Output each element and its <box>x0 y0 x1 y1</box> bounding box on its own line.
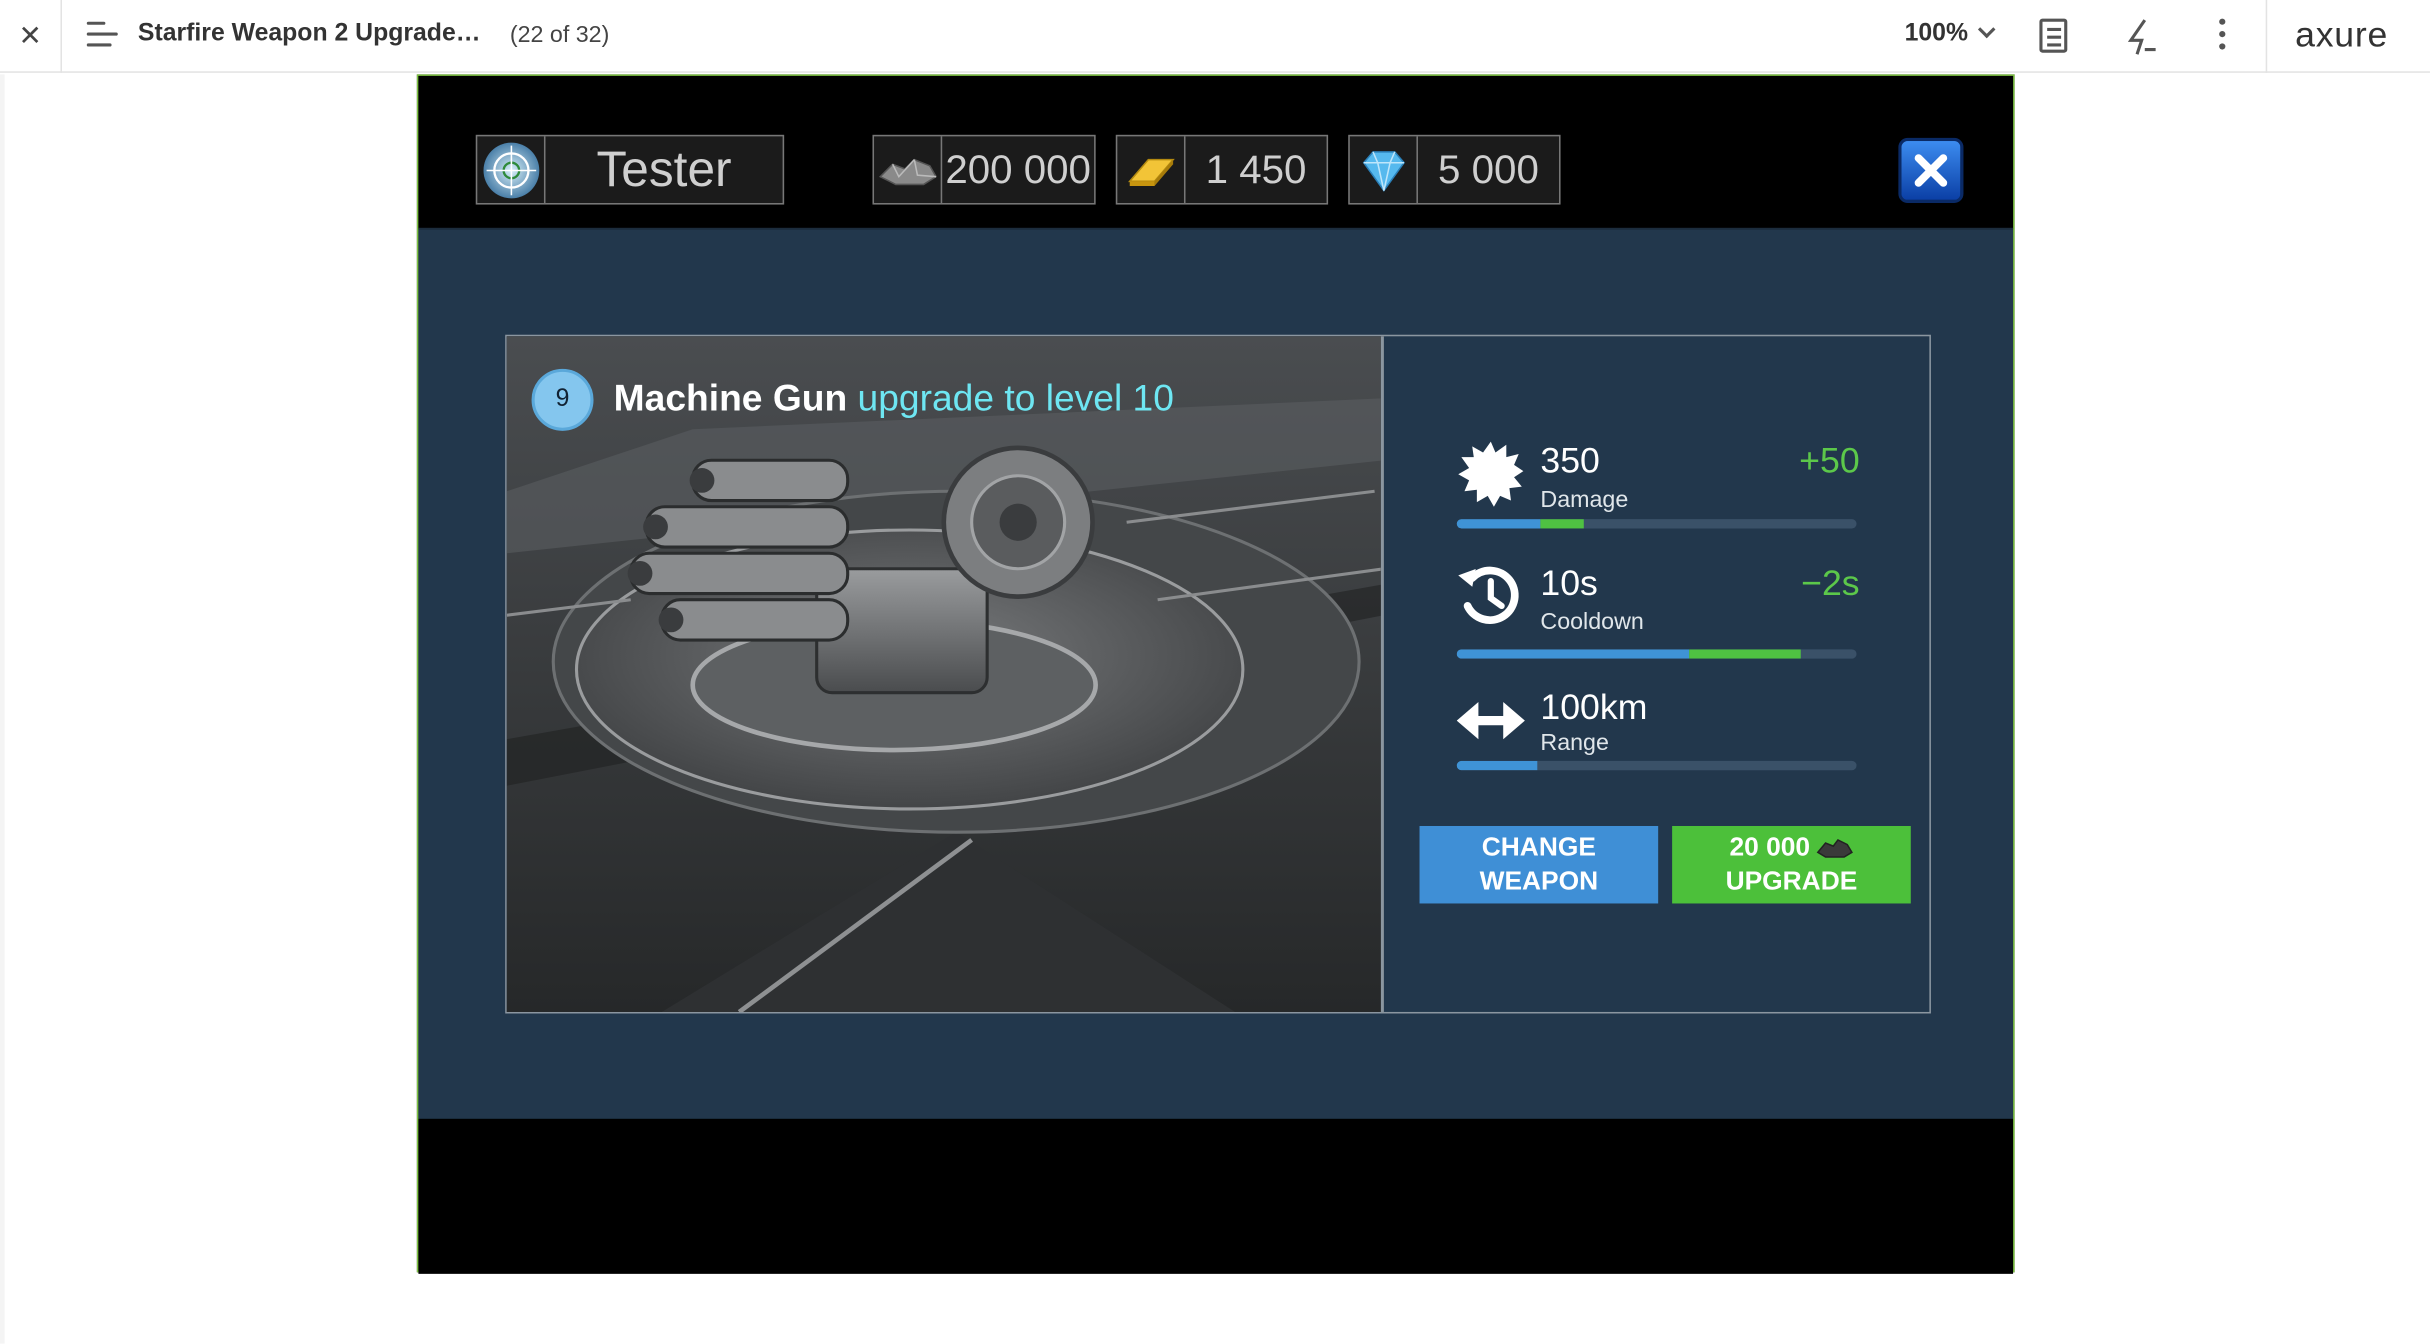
change-weapon-button[interactable]: CHANGE WEAPON <box>1419 825 1659 904</box>
page-title[interactable]: Starfire Weapon 2 Upgrade… <box>138 20 481 48</box>
range-value: 100km <box>1540 686 1648 727</box>
burst-icon <box>1457 440 1525 508</box>
close-icon[interactable] <box>1898 137 1964 204</box>
chevron-down-icon <box>1977 20 1996 39</box>
cooldown-label: Cooldown <box>1540 609 1644 636</box>
ore-counter[interactable]: 200 000 <box>872 134 1096 205</box>
damage-bar-gain <box>1540 519 1584 529</box>
upgrade-cost-amount: 20 000 <box>1729 832 1811 862</box>
double-arrow-icon <box>1456 687 1525 755</box>
page-count: (22 of 32) <box>509 21 610 49</box>
weapon-preview: 9 Machine Gun upgrade to level 10 <box>506 336 1384 1012</box>
cooldown-delta: −2s <box>1801 562 1860 603</box>
cooldown-bar <box>1456 649 1857 659</box>
upgrade-button-label: UPGRADE <box>1725 866 1858 896</box>
ore-icon <box>1816 838 1853 858</box>
damage-bar-base <box>1456 519 1541 529</box>
stat-damage: 350 Damage +50 <box>1456 440 1860 533</box>
zoom-value: 100% <box>1904 20 1968 47</box>
crosshair-avatar-icon <box>477 136 546 204</box>
history-icon <box>1457 563 1525 631</box>
machine-gun-render <box>506 336 1381 1012</box>
upgrade-screen: 9 Machine Gun upgrade to level 10 350 Da… <box>418 229 2014 1119</box>
change-button-line2: WEAPON <box>1479 866 1599 896</box>
change-button-line1: CHANGE <box>1481 832 1596 862</box>
prototype-toolbar: ✕ Starfire Weapon 2 Upgrade… (22 of 32) … <box>0 0 2430 73</box>
damage-value: 350 <box>1540 440 1600 481</box>
level-badge: 9 <box>531 368 594 431</box>
cooldown-bar-gain <box>1689 649 1801 659</box>
notes-icon[interactable] <box>2039 18 2068 53</box>
axure-player: ✕ Starfire Weapon 2 Upgrade… (22 of 32) … <box>0 0 2430 1344</box>
game-screen: Tester 200 000 1 450 5 000 9 Machine Gun… <box>416 74 2015 1274</box>
cooldown-value: 10s <box>1540 562 1598 603</box>
toolbar-divider <box>2265 0 2268 73</box>
upgrade-button[interactable]: 20 000 UPGRADE <box>1672 825 1911 904</box>
diamond-icon <box>1350 136 1418 204</box>
gem-counter[interactable]: 5 000 <box>1348 134 1561 205</box>
damage-bar <box>1456 519 1857 529</box>
range-bar-base <box>1456 760 1538 771</box>
stat-range: 100km Range <box>1456 686 1860 774</box>
player-profile[interactable]: Tester <box>475 134 785 205</box>
top-hud: Tester 200 000 1 450 5 000 <box>418 75 2014 230</box>
weapon-name: Machine Gun <box>613 378 848 420</box>
weapon-upgrade-panel: 9 Machine Gun upgrade to level 10 350 Da… <box>505 334 1931 1014</box>
cooldown-bar-base <box>1456 649 1690 659</box>
ore-icon <box>874 136 943 204</box>
gold-amount: 1 450 <box>1205 145 1307 193</box>
upgrade-target: upgrade to level 10 <box>857 378 1174 420</box>
gold-bar-icon <box>1117 136 1186 204</box>
gold-counter[interactable]: 1 450 <box>1115 134 1329 205</box>
stat-cooldown: 10s Cooldown −2s <box>1456 562 1860 662</box>
close-icon[interactable]: ✕ <box>0 0 62 73</box>
upgrade-cost: 20 000 <box>1729 831 1853 865</box>
more-options-icon[interactable] <box>2219 18 2228 53</box>
weapon-stats: 350 Damage +50 10s Cooldown −2s 100km Ra… <box>1385 336 1929 1012</box>
zoom-dropdown[interactable]: 100% <box>1904 20 1996 48</box>
range-label: Range <box>1540 729 1609 757</box>
gem-amount: 5 000 <box>1438 145 1539 193</box>
damage-delta: +50 <box>1799 440 1860 481</box>
axure-logo: axure <box>2295 13 2389 55</box>
range-bar <box>1456 760 1857 771</box>
menu-icon[interactable] <box>86 21 121 50</box>
weapon-title: Machine Gun upgrade to level 10 <box>614 378 1174 421</box>
ore-amount: 200 000 <box>945 145 1091 193</box>
damage-label: Damage <box>1540 486 1629 513</box>
interactions-icon[interactable] <box>2125 19 2159 55</box>
player-name: Tester <box>596 141 732 197</box>
bottom-bar <box>418 1118 2014 1274</box>
left-edge <box>0 74 5 1344</box>
